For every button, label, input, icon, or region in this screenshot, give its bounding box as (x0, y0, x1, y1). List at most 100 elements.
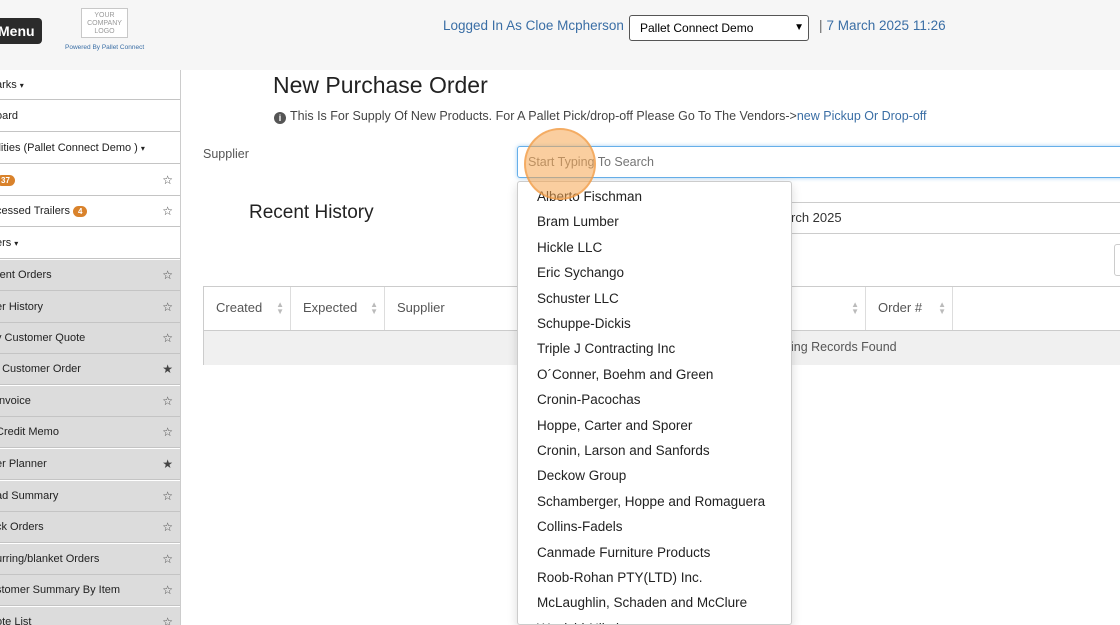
logged-in-user: Logged In As Cloe Mcpherson (443, 18, 624, 33)
sort-icon: ▲ ▼ (276, 300, 284, 316)
supplier-dropdown: Alberto Fischman Bram Lumber Hickle LLC Eri… (517, 181, 792, 625)
star-icon[interactable]: ☆ (162, 520, 173, 534)
sidebar-item-label: Invoice (0, 395, 31, 407)
caret-down-icon: ▾ (19, 80, 24, 90)
sidebar-item-label: ilities (Pallet Connect Demo ) ▾ (0, 142, 145, 154)
supplier-option[interactable]: Hoppe, Carter and Sporer (537, 418, 692, 433)
sidebar-item-label: ck Orders (0, 521, 44, 533)
sidebar-item[interactable]: v Customer Quote ☆ (0, 323, 180, 354)
sidebar-item[interactable]: 37 ☆ (0, 165, 180, 196)
column-created[interactable]: Created ▲ ▼ (204, 287, 291, 330)
count-badge: 4 (72, 205, 88, 217)
powered-by-text: Powered By Pallet Connect (65, 44, 145, 51)
sidebar-item-label: Credit Memo (0, 426, 59, 438)
sidebar-item-label: 37 (0, 174, 15, 186)
sidebar-item-label: stomer Summary By Item (0, 584, 121, 596)
separator: | (819, 18, 823, 33)
sidebar: arks▾ oard ilities (Pallet Connect Demo )▾… (0, 70, 181, 625)
logged-in-text: Logged In As Cloe Mcpherson| (443, 18, 635, 33)
star-icon[interactable]: ☆ (162, 300, 173, 314)
sidebar-item[interactable]: arks▾ (0, 70, 180, 100)
supplier-option[interactable]: Bram Lumber (537, 214, 619, 229)
column-expected[interactable]: Expected ▲ ▼ (291, 287, 385, 330)
sort-icon: ▲ ▼ (851, 300, 859, 316)
sidebar-item[interactable]: ers▾ (0, 228, 180, 259)
star-icon[interactable]: ☆ (162, 489, 173, 503)
sidebar-item-label: er History (0, 300, 44, 313)
supplier-option[interactable]: Waelchi-Nikolaus (537, 621, 641, 624)
menu-button[interactable]: Menu (0, 18, 42, 44)
sidebar-item-label: rent Orders (0, 269, 52, 281)
sidebar-item-label: v Customer Quote (0, 332, 86, 344)
supplier-option[interactable]: Triple J Contracting Inc (537, 341, 675, 356)
sort-icon: ▲ ▼ (938, 300, 946, 316)
supplier-label: Supplier (203, 147, 249, 161)
sidebar-item[interactable]: / Customer Order ★ (0, 354, 180, 385)
count-badge: 37 (0, 174, 15, 186)
sidebar-item-label: cessed Trailers 4 (0, 205, 88, 217)
column-hidden[interactable]: ▲ ▼ (785, 287, 866, 330)
supplier-option[interactable]: Canmade Furniture Products (537, 545, 710, 560)
supplier-option[interactable]: O´Conner, Boehm and Green (537, 367, 713, 382)
supplier-option[interactable]: McLaughlin, Schaden and McClure (537, 595, 747, 610)
company-logo[interactable]: YOUR COMPANY LOGO (81, 8, 128, 38)
info-message: i This Is For Supply Of New Products. For… (274, 109, 927, 124)
new-pickup-link[interactable]: new Pickup Or Drop-off (797, 109, 927, 123)
sidebar-item[interactable]: cessed Trailers 4 ☆ (0, 196, 180, 227)
supplier-option[interactable]: Schuppe-Dickis (537, 316, 631, 331)
star-icon[interactable]: ☆ (162, 394, 173, 408)
sidebar-item[interactable]: urring/blanket Orders ☆ (0, 544, 180, 575)
sidebar-item[interactable]: ote List ☆ (0, 607, 180, 625)
sort-icon: ▲ ▼ (370, 300, 378, 316)
chevron-down-icon: ▼ (794, 22, 804, 33)
click-highlight (524, 128, 596, 200)
star-icon[interactable]: ☆ (162, 615, 173, 625)
sidebar-item[interactable]: ck Orders ☆ (0, 512, 180, 543)
sidebar-item-label: oard (0, 110, 19, 122)
sidebar-item-label: er Planner (0, 458, 47, 470)
sidebar-item[interactable]: ilities (Pallet Connect Demo ) ▾ (0, 133, 180, 164)
sidebar-item[interactable]: rent Orders ☆ (0, 260, 180, 291)
supplier-option[interactable]: Schamberger, Hoppe and Romaguera (537, 494, 765, 509)
sidebar-item[interactable]: ad Summary ☆ (0, 481, 180, 512)
star-icon[interactable]: ☆ (162, 425, 173, 439)
supplier-option[interactable]: Roob-Rohan PTY(LTD) Inc. (537, 570, 703, 585)
page-title: New Purchase Order (273, 72, 488, 98)
sidebar-item[interactable]: er History ☆ (0, 291, 180, 323)
star-icon[interactable]: ☆ (162, 204, 173, 218)
sidebar-item-label: ad Summary (0, 490, 59, 502)
supplier-option[interactable]: Schuster LLC (537, 291, 619, 306)
info-icon: i (274, 112, 286, 124)
empty-table-message: ing Records Found (791, 340, 897, 354)
star-icon[interactable]: ☆ (162, 268, 173, 282)
supplier-option[interactable]: Cronin-Pacochas (537, 392, 641, 407)
sidebar-item[interactable]: oard (0, 101, 180, 132)
supplier-option[interactable]: Collins-Fadels (537, 519, 623, 534)
star-filled-icon[interactable]: ★ (162, 362, 173, 376)
star-icon[interactable]: ☆ (162, 331, 173, 345)
star-icon[interactable]: ☆ (162, 583, 173, 597)
supplier-search-input[interactable] (517, 146, 1120, 178)
supplier-option[interactable]: Cronin, Larson and Sanfords (537, 443, 710, 458)
column-order-number[interactable]: Order # ▲ ▼ (866, 287, 953, 330)
info-text: This Is For Supply Of New Products. For … (290, 109, 797, 123)
supplier-option[interactable]: Deckow Group (537, 468, 626, 483)
datetime-value: 7 March 2025 11:26 (826, 18, 946, 33)
date-range-field[interactable]: rch 2025 (760, 202, 1120, 234)
datetime-text: | 7 March 2025 11:26 (815, 18, 946, 33)
sidebar-item-label: ers▾ (0, 237, 19, 249)
sidebar-item[interactable]: Credit Memo ☆ (0, 417, 180, 448)
sidebar-item[interactable]: stomer Summary By Item ☆ (0, 575, 180, 606)
star-icon[interactable]: ☆ (162, 552, 173, 566)
sidebar-item-label: ote List (0, 616, 32, 625)
sidebar-item[interactable]: er Planner ★ (0, 449, 180, 480)
supplier-option[interactable]: Eric Sychango (537, 265, 624, 280)
table-control-button[interactable] (1114, 244, 1120, 276)
sidebar-item[interactable]: Invoice ☆ (0, 386, 180, 417)
supplier-option[interactable]: Hickle LLC (537, 240, 602, 255)
star-icon[interactable]: ☆ (162, 173, 173, 187)
caret-down-icon: ▾ (140, 144, 145, 153)
sidebar-item-label: / Customer Order (0, 363, 81, 375)
star-filled-icon[interactable]: ★ (162, 457, 173, 471)
company-select[interactable]: Pallet Connect Demo ▼ (629, 15, 809, 41)
